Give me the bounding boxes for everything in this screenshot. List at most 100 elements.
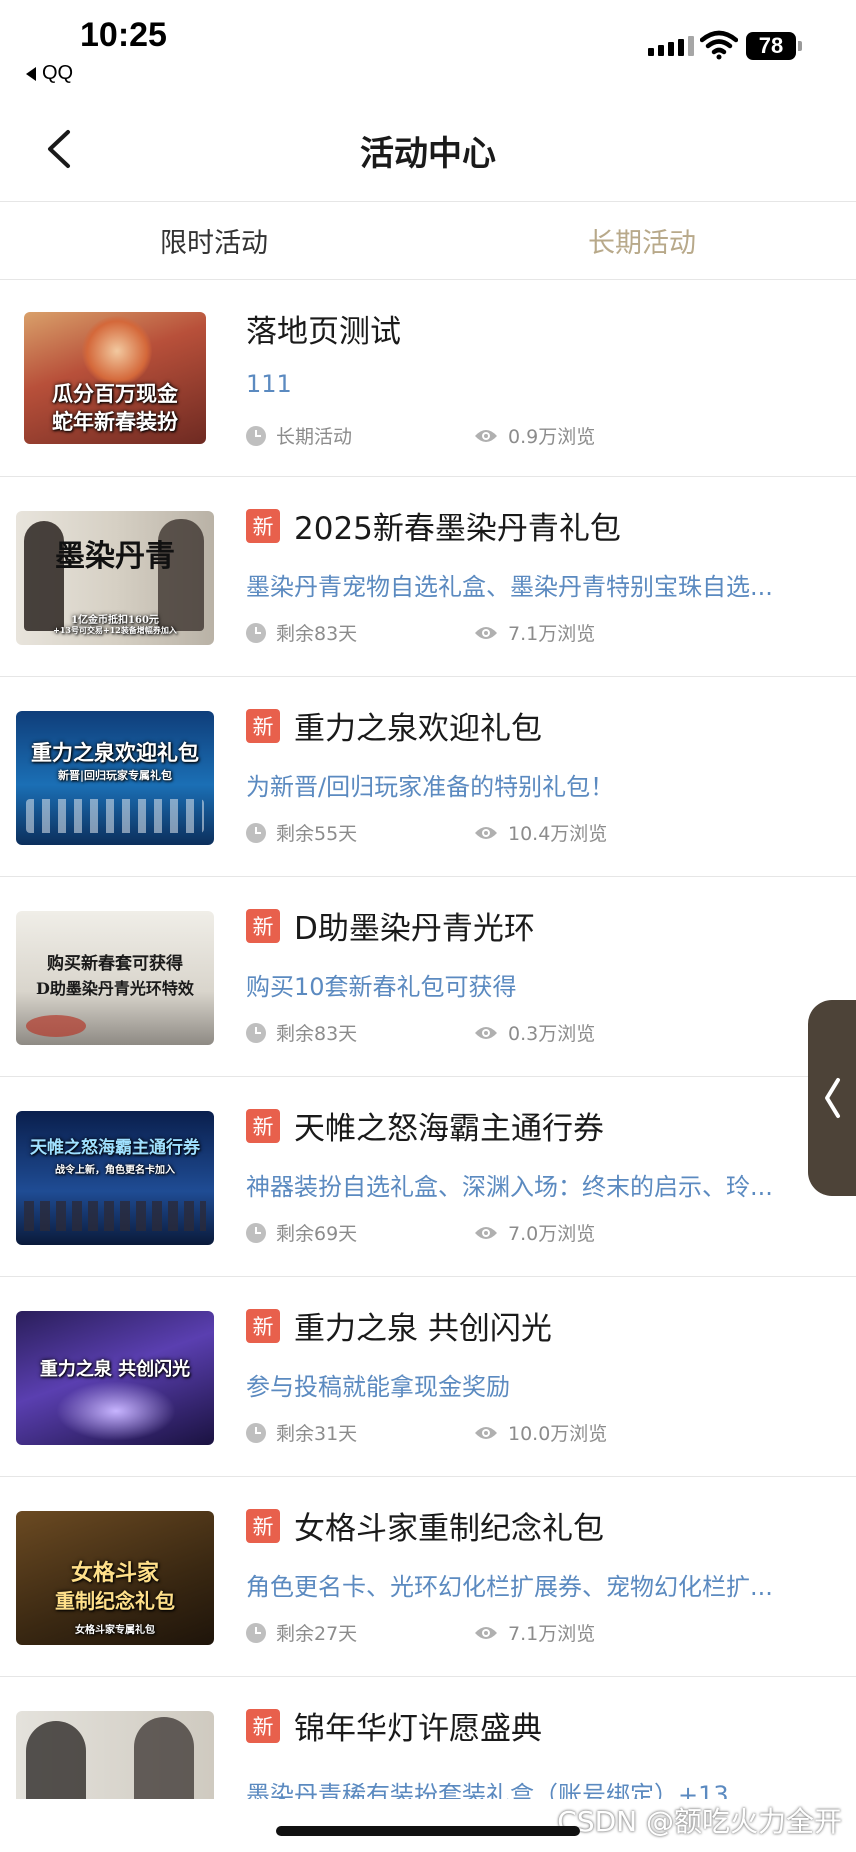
activity-views: 10.4万浏览 (508, 823, 608, 845)
activity-views: 7.1万浏览 (508, 1623, 596, 1645)
activity-description: 墨染丹青稀有装扮套装礼盒（账号绑定）+13... (246, 1781, 752, 1799)
activity-title-row: 新 女格斗家重制纪念礼包 (246, 1503, 604, 1548)
eye-icon (475, 1626, 497, 1639)
eye-icon (475, 826, 497, 839)
activity-title: 女格斗家重制纪念礼包 (294, 1511, 604, 1547)
new-badge: 新 (246, 708, 280, 743)
activity-description: 角色更名卡、光环幻化栏扩展券、宠物幻化栏扩... (246, 1573, 773, 1601)
eye-icon (475, 626, 497, 639)
activity-item[interactable]: 墨染丹青 1亿金币抵扣160元 +13号可交易+12装备增幅券加入 新 2025… (0, 477, 856, 677)
activity-title-row: 新 重力之泉欢迎礼包 (246, 703, 542, 748)
thumbnail-caption: 购买新春套可获得 (47, 954, 183, 974)
activity-title: 锦年华灯许愿盛典 (294, 1711, 542, 1747)
activity-title: 重力之泉 共创闪光 (294, 1311, 552, 1347)
chevron-left-icon (825, 1078, 840, 1118)
activity-title-row: 新 锦年华灯许愿盛典 (246, 1703, 542, 1748)
eye-icon (475, 429, 497, 442)
new-badge: 新 (246, 1108, 280, 1143)
activity-title-row: 落地页测试 (246, 306, 401, 351)
tab-limited-time[interactable]: 限时活动 (0, 202, 428, 279)
page-title: 活动中心 (360, 134, 496, 174)
thumbnail-caption: 女格斗家专属礼包 (75, 1625, 155, 1636)
clock-icon (246, 425, 266, 446)
thumbnail-caption: 重力之泉 共创闪光 (39, 1359, 191, 1380)
thumbnail-caption: 蛇年新春装扮 (52, 409, 178, 434)
home-indicator[interactable] (276, 1826, 580, 1836)
activity-views: 0.9万浏览 (508, 426, 596, 448)
activity-title-row: 新 D助墨染丹青光环 (246, 903, 535, 948)
activity-thumbnail: 瓜分百万现金 蛇年新春装扮 (24, 312, 206, 444)
activity-item[interactable]: 重力之泉欢迎礼包 新晋|回归玩家专属礼包 新 重力之泉欢迎礼包 为新晋/回归玩家… (0, 677, 856, 877)
thumbnail-caption: 重制纪念礼包 (55, 1589, 175, 1613)
activity-remaining-days: 剩余83天 (276, 623, 358, 645)
activity-views: 7.0万浏览 (508, 1223, 596, 1245)
wifi-icon (700, 30, 738, 60)
back-app-label: QQ (42, 62, 74, 84)
activity-meta: 剩余27天 7.1万浏览 (246, 1619, 595, 1646)
tab-long-term[interactable]: 长期活动 (428, 202, 856, 279)
activity-description: 为新晋/回归玩家准备的特别礼包！ (246, 773, 615, 801)
clock-icon (246, 1622, 266, 1643)
activity-item[interactable]: 重力之泉 共创闪光 新 重力之泉 共创闪光 参与投稿就能拿现金奖励 剩余31天 … (0, 1277, 856, 1477)
activity-status: 长期活动 (276, 426, 353, 448)
thumbnail-caption: 墨染丹青 (55, 539, 175, 574)
clock-icon (246, 822, 266, 843)
new-badge: 新 (246, 508, 280, 543)
activity-remaining-days: 剩余69天 (276, 1223, 358, 1245)
activity-meta: 剩余55天 10.4万浏览 (246, 819, 607, 846)
activity-title: D助墨染丹青光环 (294, 911, 535, 947)
new-badge: 新 (246, 1508, 280, 1543)
activity-item[interactable]: 女格斗家 重制纪念礼包 女格斗家专属礼包 新 女格斗家重制纪念礼包 角色更名卡、… (0, 1477, 856, 1677)
back-to-app-link[interactable]: QQ (26, 62, 73, 85)
activity-remaining-days: 剩余27天 (276, 1623, 358, 1645)
thumbnail-caption: 天帷之怒海霸主通行券 (30, 1138, 200, 1158)
activity-title-row: 新 天帷之怒海霸主通行券 (246, 1103, 604, 1148)
activity-list: 瓜分百万现金 蛇年新春装扮 落地页测试 111 长期活动 0.9万浏览 墨染丹青… (0, 280, 856, 1799)
activity-meta: 剩余83天 7.1万浏览 (246, 619, 595, 646)
activity-title: 2025新春墨染丹青礼包 (294, 511, 621, 547)
side-drawer-handle[interactable] (808, 1000, 856, 1196)
tab-bar: 限时活动 长期活动 (0, 202, 856, 280)
activity-views: 7.1万浏览 (508, 623, 596, 645)
activity-thumbnail (16, 1711, 214, 1799)
cellular-signal-icon (648, 36, 694, 56)
clock-icon (246, 1022, 266, 1043)
thumbnail-caption: 瓜分百万现金 (52, 381, 178, 406)
clock-icon (246, 1222, 266, 1243)
activity-title-row: 新 重力之泉 共创闪光 (246, 1303, 552, 1348)
eye-icon (475, 1026, 497, 1039)
thumbnail-caption: 1亿金币抵扣160元 (71, 615, 159, 626)
activity-item[interactable]: 购买新春套可获得 D助墨染丹青光环特效 新 D助墨染丹青光环 购买10套新春礼包… (0, 877, 856, 1077)
battery-indicator: 78 (746, 32, 802, 60)
activity-thumbnail: 墨染丹青 1亿金币抵扣160元 +13号可交易+12装备增幅券加入 (16, 511, 214, 645)
activity-title: 天帷之怒海霸主通行券 (294, 1111, 604, 1147)
thumbnail-caption: 女格斗家 (70, 1560, 159, 1586)
activity-description: 墨染丹青宠物自选礼盒、墨染丹青特别宝珠自选... (246, 573, 773, 601)
activity-meta: 剩余83天 0.3万浏览 (246, 1019, 595, 1046)
activity-thumbnail: 天帷之怒海霸主通行券 战令上新，角色更名卡加入 (16, 1111, 214, 1245)
eye-icon (475, 1226, 497, 1239)
activity-item[interactable]: 天帷之怒海霸主通行券 战令上新，角色更名卡加入 新 天帷之怒海霸主通行券 神器装… (0, 1077, 856, 1277)
activity-title-row: 新 2025新春墨染丹青礼包 (246, 503, 621, 548)
thumbnail-caption: 战令上新，角色更名卡加入 (55, 1165, 175, 1176)
clock-icon (246, 622, 266, 643)
activity-thumbnail: 购买新春套可获得 D助墨染丹青光环特效 (16, 911, 214, 1045)
thumbnail-caption: +13号可交易+12装备增幅券加入 (53, 625, 177, 635)
thumbnail-caption: 重力之泉欢迎礼包 (31, 740, 199, 765)
activity-description: 购买10套新春礼包可获得 (246, 973, 517, 1001)
activity-thumbnail: 重力之泉欢迎礼包 新晋|回归玩家专属礼包 (16, 711, 214, 845)
new-badge: 新 (246, 908, 280, 943)
activity-item[interactable]: 新 锦年华灯许愿盛典 墨染丹青稀有装扮套装礼盒（账号绑定）+13... (0, 1677, 856, 1799)
new-badge: 新 (246, 1708, 280, 1743)
thumbnail-caption: D助墨染丹青光环特效 (36, 979, 194, 998)
activity-thumbnail: 女格斗家 重制纪念礼包 女格斗家专属礼包 (16, 1511, 214, 1645)
activity-description: 参与投稿就能拿现金奖励 (246, 1373, 510, 1401)
activity-views: 0.3万浏览 (508, 1023, 596, 1045)
activity-meta: 剩余69天 7.0万浏览 (246, 1219, 595, 1246)
activity-meta: 长期活动 0.9万浏览 (246, 422, 595, 449)
back-triangle-icon (26, 66, 36, 81)
new-badge: 新 (246, 1308, 280, 1343)
activity-title: 重力之泉欢迎礼包 (294, 711, 542, 747)
clock-icon (246, 1422, 266, 1443)
activity-item[interactable]: 瓜分百万现金 蛇年新春装扮 落地页测试 111 长期活动 0.9万浏览 (0, 280, 856, 477)
